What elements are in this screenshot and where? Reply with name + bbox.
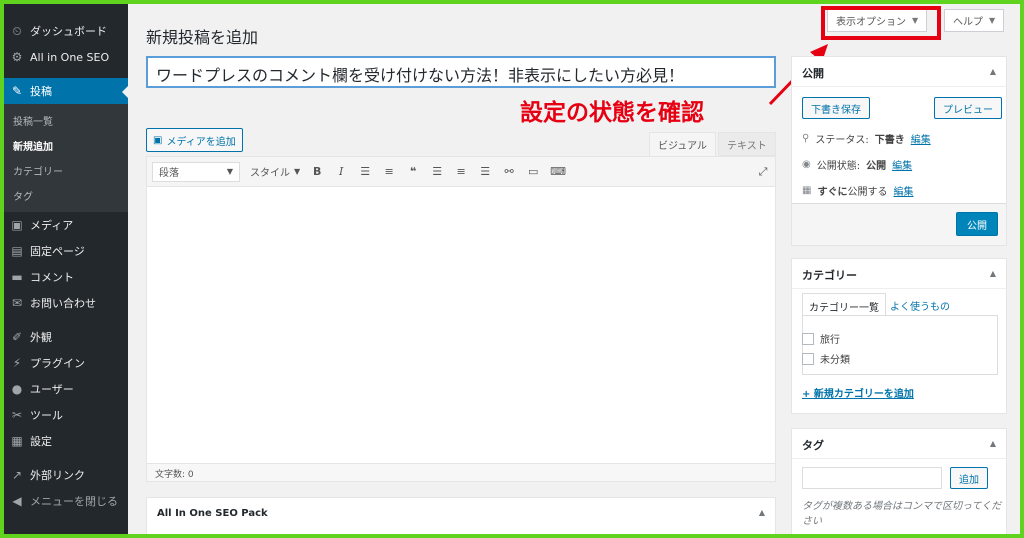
sidebar-item-media[interactable]: ▣ メディア — [4, 212, 128, 238]
format-select[interactable]: 段落 ▼ — [152, 161, 240, 182]
categories-box: カテゴリー ▲ カテゴリー一覧 よく使うもの 旅行 未分類 + 新規カテゴリーを追… — [791, 258, 1007, 414]
tab-text[interactable]: テキスト — [718, 132, 776, 156]
collapse-icon: ◀ — [12, 494, 22, 508]
publish-actions: 公開 — [792, 203, 1006, 245]
tags-box: タグ ▲ 追加 タグが複数ある場合はコンマで区切ってください — [791, 428, 1007, 534]
toggle-icon[interactable]: ▲ — [990, 269, 996, 278]
checkbox[interactable] — [802, 352, 814, 365]
caret-down-icon: ▼ — [226, 167, 233, 176]
preview-button[interactable]: プレビュー — [934, 97, 1002, 119]
post-title-input[interactable]: ワードプレスのコメント欄を受け付けない方法！非表示にしたい方必見！ — [146, 56, 776, 88]
media-icon: ▣ — [153, 134, 163, 146]
sidebar-item-aioseo[interactable]: ⚙ All in One SEO — [4, 44, 128, 70]
submenu-tags[interactable]: タグ — [4, 183, 128, 208]
align-center-icon[interactable]: ≡ — [454, 165, 468, 178]
sidebar-item-users[interactable]: ● ユーザー — [4, 376, 128, 402]
comment-icon: ▬ — [11, 270, 23, 284]
toggle-icon[interactable]: ▲ — [990, 439, 996, 448]
tab-all-categories[interactable]: カテゴリー一覧 — [802, 293, 886, 315]
align-left-icon[interactable]: ☰ — [430, 165, 444, 178]
help-button[interactable]: ヘルプ ▼ — [944, 9, 1005, 32]
editor-toolbar: 段落 ▼ スタイル ▼ B I ☰ ≡ ❝ ☰ ≡ ☰ ⚯ ▭ ⌨ ⤢ — [147, 157, 775, 187]
tab-visual[interactable]: ビジュアル — [649, 132, 716, 156]
schedule-row: ▦ すぐに 公開する 編集 — [802, 183, 914, 198]
categories-box-header: カテゴリー ▲ — [792, 259, 1006, 289]
brush-icon: ✐ — [11, 330, 23, 344]
submenu-add-new[interactable]: 新規追加 — [4, 133, 128, 158]
page-icon: ▤ — [11, 244, 23, 258]
publish-box: 公開 ▲ 下書き保存 プレビュー ⚲ ステータス: 下書き 編集 ◉ 公開状態: … — [791, 56, 1007, 246]
add-tag-button[interactable]: 追加 — [950, 467, 988, 489]
sidebar-item-settings[interactable]: ▦ 設定 — [4, 428, 128, 454]
seo-pack-box: All In One SEO Pack ▲ — [146, 497, 776, 534]
settings-icon: ▦ — [11, 434, 23, 448]
sidebar-item-contact[interactable]: ✉ お問い合わせ — [4, 290, 128, 316]
tag-input[interactable] — [802, 467, 942, 489]
category-item[interactable]: 未分類 — [802, 351, 850, 366]
category-item[interactable]: 旅行 — [802, 331, 840, 346]
edit-status-link[interactable]: 編集 — [911, 131, 931, 146]
sidebar-item-dashboard[interactable]: ⏲ ダッシュボード — [4, 18, 128, 44]
external-link-icon: ↗ — [11, 468, 23, 482]
media-icon: ▣ — [11, 218, 23, 232]
save-draft-button[interactable]: 下書き保存 — [802, 97, 870, 119]
edit-schedule-link[interactable]: 編集 — [893, 183, 913, 198]
style-select[interactable]: スタイル ▼ — [250, 164, 300, 179]
fullscreen-icon[interactable]: ⤢ — [756, 165, 770, 179]
quote-icon[interactable]: ❝ — [406, 165, 420, 178]
checkbox[interactable] — [802, 332, 814, 345]
sidebar-collapse-menu[interactable]: ◀ メニューを閉じる — [4, 488, 128, 514]
word-count: 文字数: 0 — [147, 463, 775, 481]
link-icon[interactable]: ⚯ — [502, 165, 516, 178]
pin-icon: ⚲ — [802, 133, 810, 144]
toggle-icon[interactable]: ▲ — [759, 508, 765, 517]
sidebar-item-comments[interactable]: ▬ コメント — [4, 264, 128, 290]
keyboard-icon[interactable]: ⌨ — [550, 165, 566, 178]
pin-icon: ✎ — [11, 84, 23, 98]
submenu-categories[interactable]: カテゴリー — [4, 158, 128, 183]
sidebar-item-appearance[interactable]: ✐ 外観 — [4, 324, 128, 350]
add-new-category-link[interactable]: + 新規カテゴリーを追加 — [802, 385, 914, 400]
add-media-button[interactable]: ▣ メディアを追加 — [146, 128, 243, 152]
bold-icon[interactable]: B — [310, 165, 324, 178]
post-editor: 段落 ▼ スタイル ▼ B I ☰ ≡ ❝ ☰ ≡ ☰ ⚯ ▭ ⌨ ⤢ 文字数: 0 — [146, 156, 776, 482]
read-more-icon[interactable]: ▭ — [526, 165, 540, 178]
publish-button[interactable]: 公開 — [956, 212, 998, 236]
page-title: 新規投稿を追加 — [146, 28, 259, 47]
sidebar-item-pages[interactable]: ▤ 固定ページ — [4, 238, 128, 264]
italic-icon[interactable]: I — [334, 165, 348, 178]
sidebar-item-external-links[interactable]: ↗ 外部リンク — [4, 462, 128, 488]
caret-down-icon: ▼ — [989, 16, 996, 25]
dashboard-icon: ⏲ — [12, 23, 22, 38]
tags-box-header: タグ ▲ — [792, 429, 1006, 459]
caret-down-icon: ▼ — [294, 167, 301, 176]
screenshot-frame: ⏲ ダッシュボード ⚙ All in One SEO ✎ 投稿 投稿一覧 新規追加 カ… — [4, 4, 1020, 534]
align-right-icon[interactable]: ☰ — [478, 165, 492, 178]
publish-box-header: 公開 ▲ — [792, 57, 1006, 87]
eye-icon: ◉ — [802, 159, 811, 170]
numbered-list-icon[interactable]: ≡ — [382, 165, 396, 178]
annotation-text: 設定の状態を確認 — [520, 100, 704, 126]
calendar-icon: ▦ — [802, 185, 812, 196]
sidebar-item-plugins[interactable]: ⚡ プラグイン — [4, 350, 128, 376]
mail-icon: ✉ — [11, 296, 23, 310]
submenu-all-posts[interactable]: 投稿一覧 — [4, 108, 128, 133]
bullet-list-icon[interactable]: ☰ — [358, 165, 372, 178]
admin-sidebar: ⏲ ダッシュボード ⚙ All in One SEO ✎ 投稿 投稿一覧 新規追加 カ… — [4, 4, 128, 534]
tab-most-used[interactable]: よく使うもの — [884, 293, 956, 315]
sidebar-item-posts[interactable]: ✎ 投稿 — [4, 78, 128, 104]
gear-icon: ⚙ — [11, 50, 23, 64]
posts-submenu: 投稿一覧 新規追加 カテゴリー タグ — [4, 104, 128, 212]
plugin-icon: ⚡ — [12, 356, 22, 370]
wrench-icon: ✂ — [11, 408, 23, 422]
toggle-icon[interactable]: ▲ — [990, 67, 996, 76]
tag-help-text: タグが複数ある場合はコンマで区切ってください — [802, 501, 1002, 527]
status-row: ⚲ ステータス: 下書き 編集 — [802, 131, 931, 146]
user-icon: ● — [11, 382, 23, 396]
highlight-box — [821, 6, 941, 40]
sidebar-item-tools[interactable]: ✂ ツール — [4, 402, 128, 428]
visibility-row: ◉ 公開状態: 公開 編集 — [802, 157, 913, 172]
edit-visibility-link[interactable]: 編集 — [892, 157, 912, 172]
